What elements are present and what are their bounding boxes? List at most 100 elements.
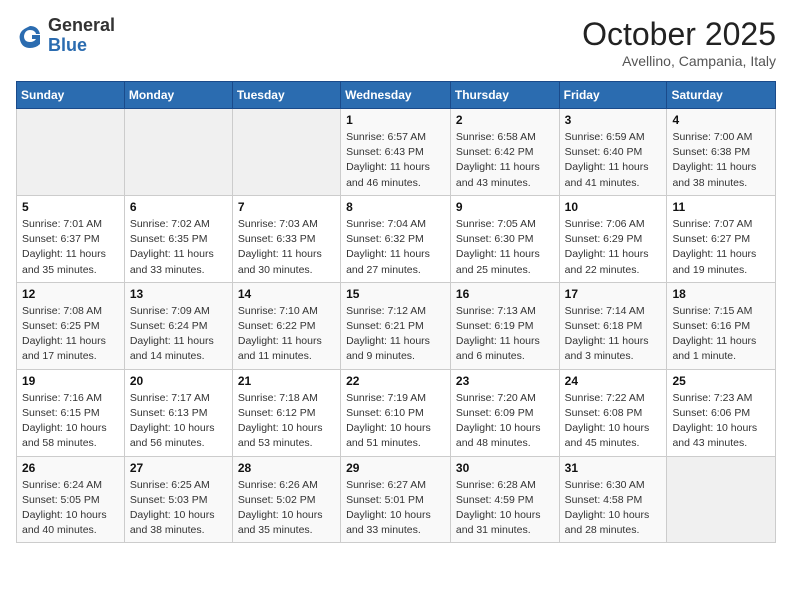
- day-number: 11: [672, 200, 770, 214]
- day-number: 15: [346, 287, 445, 301]
- title-block: October 2025 Avellino, Campania, Italy: [582, 16, 776, 69]
- weekday-header-row: SundayMondayTuesdayWednesdayThursdayFrid…: [17, 82, 776, 109]
- day-number: 31: [565, 461, 662, 475]
- calendar-cell: 3Sunrise: 6:59 AMSunset: 6:40 PMDaylight…: [559, 109, 667, 196]
- weekday-header-saturday: Saturday: [667, 82, 776, 109]
- calendar-cell: [17, 109, 125, 196]
- day-number: 5: [22, 200, 119, 214]
- day-number: 23: [456, 374, 554, 388]
- calendar-cell: 20 Sunrise: 7:17 AMSunset: 6:13 PMDayligh…: [124, 369, 232, 456]
- calendar-cell: 5 Sunrise: 7:01 AMSunset: 6:37 PMDaylight…: [17, 195, 125, 282]
- calendar-cell: 28 Sunrise: 6:26 AMSunset: 5:02 PMDayligh…: [232, 456, 340, 543]
- day-number: 2: [456, 113, 554, 127]
- day-number: 12: [22, 287, 119, 301]
- day-number: 25: [672, 374, 770, 388]
- weekday-header-friday: Friday: [559, 82, 667, 109]
- day-info: Sunrise: 7:04 AMSunset: 6:32 PMDaylight:…: [346, 217, 445, 278]
- calendar-cell: 18Sunrise: 7:15 AMSunset: 6:16 PMDayligh…: [667, 282, 776, 369]
- day-info: Sunrise: 6:57 AMSunset: 6:43 PMDaylight:…: [346, 130, 445, 191]
- calendar-cell: 15 Sunrise: 7:12 AMSunset: 6:21 PMDayligh…: [341, 282, 451, 369]
- day-number: 4: [672, 113, 770, 127]
- calendar-week-3: 12 Sunrise: 7:08 AMSunset: 6:25 PMDayligh…: [17, 282, 776, 369]
- calendar-cell: 22Sunrise: 7:19 AMSunset: 6:10 PMDayligh…: [341, 369, 451, 456]
- calendar-cell: 7 Sunrise: 7:03 AMSunset: 6:33 PMDaylight…: [232, 195, 340, 282]
- calendar-cell: 10 Sunrise: 7:06 AMSunset: 6:29 PMDayligh…: [559, 195, 667, 282]
- day-info: Sunrise: 7:05 AMSunset: 6:30 PMDaylight:…: [456, 217, 554, 278]
- day-number: 19: [22, 374, 119, 388]
- calendar-cell: [667, 456, 776, 543]
- day-number: 24: [565, 374, 662, 388]
- calendar-week-2: 5 Sunrise: 7:01 AMSunset: 6:37 PMDaylight…: [17, 195, 776, 282]
- day-number: 20: [130, 374, 227, 388]
- day-info: Sunrise: 7:22 AMSunset: 6:08 PMDaylight:…: [565, 391, 662, 452]
- calendar-cell: [124, 109, 232, 196]
- calendar-cell: 1Sunrise: 6:57 AMSunset: 6:43 PMDaylight…: [341, 109, 451, 196]
- day-number: 26: [22, 461, 119, 475]
- day-info: Sunrise: 7:16 AMSunset: 6:15 PMDaylight:…: [22, 391, 119, 452]
- day-info: Sunrise: 7:01 AMSunset: 6:37 PMDaylight:…: [22, 217, 119, 278]
- day-info: Sunrise: 7:10 AMSunset: 6:22 PMDaylight:…: [238, 304, 335, 365]
- calendar-cell: 2Sunrise: 6:58 AMSunset: 6:42 PMDaylight…: [450, 109, 559, 196]
- calendar-cell: 4Sunrise: 7:00 AMSunset: 6:38 PMDaylight…: [667, 109, 776, 196]
- calendar-cell: 24 Sunrise: 7:22 AMSunset: 6:08 PMDayligh…: [559, 369, 667, 456]
- weekday-header-tuesday: Tuesday: [232, 82, 340, 109]
- calendar-cell: 29 Sunrise: 6:27 AMSunset: 5:01 PMDayligh…: [341, 456, 451, 543]
- day-info: Sunrise: 7:07 AMSunset: 6:27 PMDaylight:…: [672, 217, 770, 278]
- day-number: 21: [238, 374, 335, 388]
- calendar-cell: 6 Sunrise: 7:02 AMSunset: 6:35 PMDaylight…: [124, 195, 232, 282]
- day-info: Sunrise: 7:14 AMSunset: 6:18 PMDaylight:…: [565, 304, 662, 365]
- logo-general-text: General: [48, 16, 115, 36]
- day-number: 8: [346, 200, 445, 214]
- day-info: Sunrise: 7:18 AMSunset: 6:12 PMDaylight:…: [238, 391, 335, 452]
- day-info: Sunrise: 7:09 AMSunset: 6:24 PMDaylight:…: [130, 304, 227, 365]
- calendar-cell: 26 Sunrise: 6:24 AMSunset: 5:05 PMDayligh…: [17, 456, 125, 543]
- day-info: Sunrise: 6:27 AMSunset: 5:01 PMDaylight:…: [346, 478, 445, 539]
- calendar-cell: 27 Sunrise: 6:25 AMSunset: 5:03 PMDayligh…: [124, 456, 232, 543]
- day-number: 13: [130, 287, 227, 301]
- day-number: 6: [130, 200, 227, 214]
- calendar-cell: 11 Sunrise: 7:07 AMSunset: 6:27 PMDayligh…: [667, 195, 776, 282]
- calendar-week-4: 19 Sunrise: 7:16 AMSunset: 6:15 PMDayligh…: [17, 369, 776, 456]
- day-info: Sunrise: 7:02 AMSunset: 6:35 PMDaylight:…: [130, 217, 227, 278]
- logo-blue-text: Blue: [48, 36, 115, 56]
- day-info: Sunrise: 7:03 AMSunset: 6:33 PMDaylight:…: [238, 217, 335, 278]
- day-info: Sunrise: 7:12 AMSunset: 6:21 PMDaylight:…: [346, 304, 445, 365]
- day-number: 7: [238, 200, 335, 214]
- calendar-cell: 8 Sunrise: 7:04 AMSunset: 6:32 PMDaylight…: [341, 195, 451, 282]
- day-number: 29: [346, 461, 445, 475]
- weekday-header-wednesday: Wednesday: [341, 82, 451, 109]
- location-text: Avellino, Campania, Italy: [582, 53, 776, 69]
- logo-icon: [16, 22, 44, 50]
- day-info: Sunrise: 7:20 AMSunset: 6:09 PMDaylight:…: [456, 391, 554, 452]
- day-number: 9: [456, 200, 554, 214]
- day-number: 22: [346, 374, 445, 388]
- day-number: 30: [456, 461, 554, 475]
- calendar-cell: 19 Sunrise: 7:16 AMSunset: 6:15 PMDayligh…: [17, 369, 125, 456]
- day-info: Sunrise: 6:28 AMSunset: 4:59 PMDaylight:…: [456, 478, 554, 539]
- calendar-cell: 14Sunrise: 7:10 AMSunset: 6:22 PMDayligh…: [232, 282, 340, 369]
- day-info: Sunrise: 6:26 AMSunset: 5:02 PMDaylight:…: [238, 478, 335, 539]
- logo: General Blue: [16, 16, 115, 56]
- day-info: Sunrise: 7:17 AMSunset: 6:13 PMDaylight:…: [130, 391, 227, 452]
- calendar-header: SundayMondayTuesdayWednesdayThursdayFrid…: [17, 82, 776, 109]
- calendar-cell: 25Sunrise: 7:23 AMSunset: 6:06 PMDayligh…: [667, 369, 776, 456]
- day-number: 18: [672, 287, 770, 301]
- calendar-cell: 30 Sunrise: 6:28 AMSunset: 4:59 PMDayligh…: [450, 456, 559, 543]
- weekday-header-monday: Monday: [124, 82, 232, 109]
- day-info: Sunrise: 6:25 AMSunset: 5:03 PMDaylight:…: [130, 478, 227, 539]
- day-info: Sunrise: 7:08 AMSunset: 6:25 PMDaylight:…: [22, 304, 119, 365]
- day-number: 10: [565, 200, 662, 214]
- day-info: Sunrise: 7:06 AMSunset: 6:29 PMDaylight:…: [565, 217, 662, 278]
- calendar-cell: 13 Sunrise: 7:09 AMSunset: 6:24 PMDayligh…: [124, 282, 232, 369]
- weekday-header-sunday: Sunday: [17, 82, 125, 109]
- day-number: 27: [130, 461, 227, 475]
- calendar-week-5: 26 Sunrise: 6:24 AMSunset: 5:05 PMDayligh…: [17, 456, 776, 543]
- page-header: General Blue October 2025 Avellino, Camp…: [16, 16, 776, 69]
- calendar-table: SundayMondayTuesdayWednesdayThursdayFrid…: [16, 81, 776, 543]
- calendar-cell: 12 Sunrise: 7:08 AMSunset: 6:25 PMDayligh…: [17, 282, 125, 369]
- day-info: Sunrise: 6:24 AMSunset: 5:05 PMDaylight:…: [22, 478, 119, 539]
- day-number: 3: [565, 113, 662, 127]
- day-number: 28: [238, 461, 335, 475]
- weekday-header-thursday: Thursday: [450, 82, 559, 109]
- calendar-cell: [232, 109, 340, 196]
